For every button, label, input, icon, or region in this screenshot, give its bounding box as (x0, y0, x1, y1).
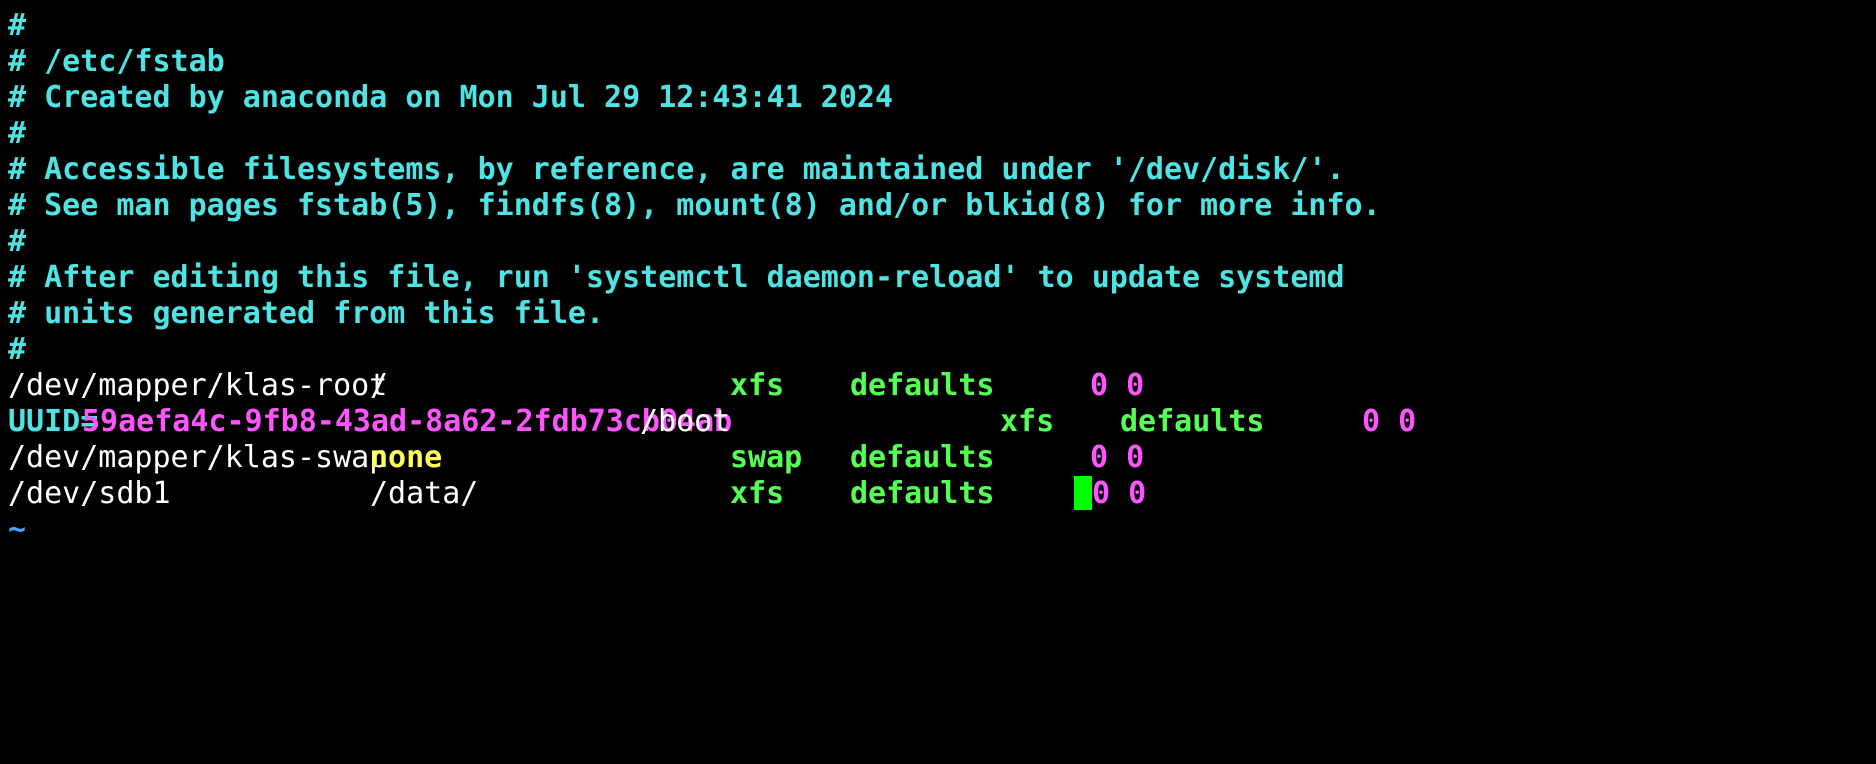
entry-mount: none (370, 440, 443, 475)
fstab-entry-boot[interactable]: UUID= 59aefa4c-9fb8-43ad-8a62-2fdb73cb04… (8, 404, 1876, 440)
entry-fstype: xfs (730, 368, 785, 403)
comment-line: # (8, 332, 27, 367)
entry-fstype: xfs (1000, 404, 1055, 439)
fstab-entry-root[interactable]: /dev/mapper/klas-root / xfs defaults 0 0 (8, 368, 1876, 404)
entry-mount: / (370, 368, 389, 403)
comment-line: # (8, 116, 27, 151)
terminal-editor[interactable]: # # /etc/fstab # Created by anaconda on … (0, 0, 1876, 557)
entry-mount: /boot (640, 404, 731, 439)
entry-options: defaults (850, 440, 995, 475)
entry-device: /dev/mapper/klas-swap (8, 440, 388, 475)
comment-line: # /etc/fstab (8, 44, 225, 79)
entry-fstype: xfs (730, 476, 785, 511)
comment-line: # (8, 224, 27, 259)
entry-uuid-value: 59aefa4c-9fb8-43ad-8a62-2fdb73cb04ab (82, 404, 733, 439)
comment-line: # (8, 8, 27, 43)
entry-device: /dev/sdb1 (8, 476, 171, 511)
comment-line: # After editing this file, run 'systemct… (8, 260, 1345, 295)
comment-line: # Created by anaconda on Mon Jul 29 12:4… (8, 80, 894, 115)
comment-line: # See man pages fstab(5), findfs(8), mou… (8, 188, 1381, 223)
entry-options: defaults (1120, 404, 1265, 439)
comment-line: # Accessible filesystems, by reference, … (8, 152, 1345, 187)
fstab-entry-swap[interactable]: /dev/mapper/klas-swap none swap defaults… (8, 440, 1876, 476)
entry-mount: /data/ (370, 476, 479, 511)
entry-options: defaults (850, 476, 995, 511)
text-cursor (1074, 476, 1092, 510)
entry-dump-pass: 0 0 (1092, 476, 1147, 511)
entry-fstype: swap (730, 440, 803, 475)
entry-options: defaults (850, 368, 995, 403)
comment-line: # units generated from this file. (8, 296, 605, 331)
entry-dump-pass: 0 0 (1090, 440, 1145, 475)
fstab-entry-data[interactable]: /dev/sdb1 /data/ xfs defaults 0 0 (8, 476, 1876, 512)
empty-line-marker: ~ (8, 512, 27, 547)
entry-dump-pass: 0 0 (1090, 368, 1145, 403)
entry-device: /dev/mapper/klas-root (8, 368, 388, 403)
entry-dump-pass: 0 0 (1362, 404, 1417, 439)
